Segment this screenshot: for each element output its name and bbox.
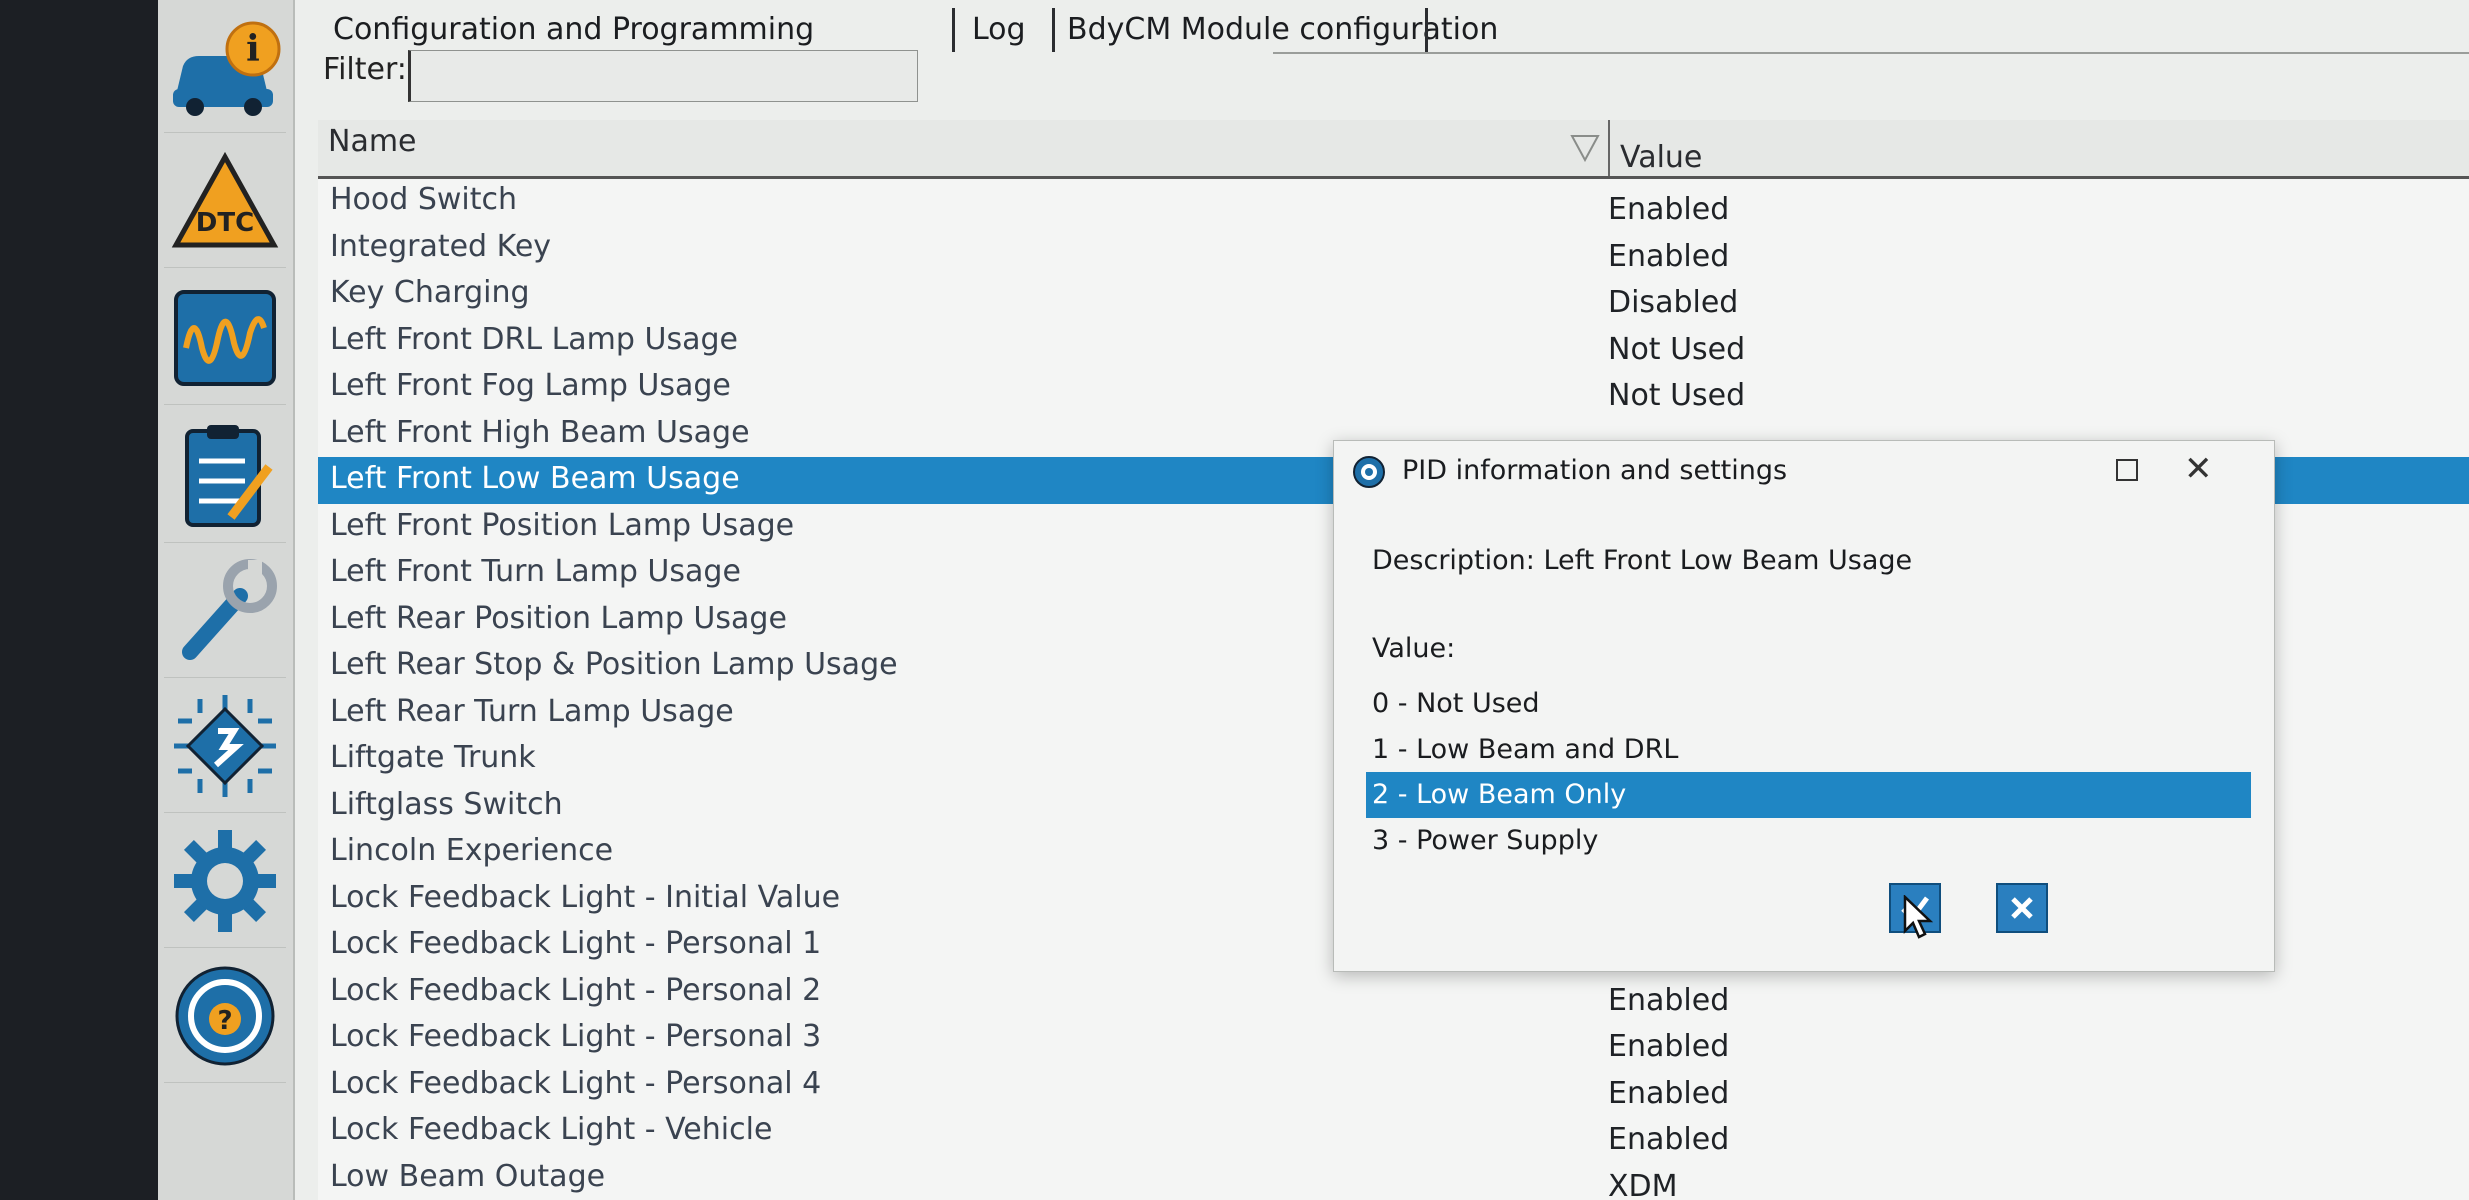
tool-sidebar: i DTC ? bbox=[158, 0, 295, 1200]
table-header: Name Value bbox=[318, 120, 2469, 179]
module-chip-icon bbox=[174, 695, 276, 797]
settings-gear-icon bbox=[174, 830, 276, 932]
row-name: Left Rear Position Lamp Usage bbox=[330, 600, 787, 636]
row-name: Hood Switch bbox=[330, 182, 518, 217]
column-separator[interactable] bbox=[1608, 120, 1610, 176]
column-header-value[interactable]: Value bbox=[1620, 140, 1702, 175]
sort-indicator-icon bbox=[1570, 135, 1600, 162]
tab-separator bbox=[1425, 8, 1428, 52]
table-row[interactable]: Left Front Fog Lamp Usage Not Used bbox=[318, 364, 2469, 413]
cancel-button[interactable] bbox=[1996, 883, 2048, 933]
tab-bdycm-module-configuration[interactable]: BdyCM Module configuration bbox=[1067, 8, 1498, 52]
tab-log[interactable]: Log bbox=[972, 8, 1026, 52]
mouse-cursor-icon bbox=[1903, 895, 1933, 939]
row-name: Key Charging bbox=[330, 275, 530, 310]
dtc-icon: DTC bbox=[171, 151, 279, 248]
dialog-title: PID information and settings bbox=[1402, 455, 1788, 486]
table-row[interactable]: Lock Feedback Light - Personal 3 Enabled bbox=[318, 1015, 2469, 1064]
app-logo-icon bbox=[1353, 456, 1385, 488]
vehicle-info-button[interactable]: i bbox=[164, 0, 286, 133]
vehicle-info-icon: i bbox=[173, 21, 281, 116]
tab-separator bbox=[1052, 8, 1055, 52]
row-value: Enabled bbox=[1608, 982, 1730, 1018]
filter-input[interactable] bbox=[408, 50, 918, 102]
tab-configuration-and-programming[interactable]: Configuration and Programming bbox=[333, 8, 814, 52]
svg-text:?: ? bbox=[217, 1006, 232, 1036]
service-button[interactable] bbox=[164, 545, 286, 678]
table-row[interactable]: Key Charging Disabled bbox=[318, 271, 2469, 320]
column-header-name[interactable]: Name bbox=[328, 124, 417, 159]
value-options-list: 0 - Not Used 1 - Low Beam and DRL 2 - Low … bbox=[1366, 681, 2251, 863]
row-name: Integrated Key bbox=[330, 228, 552, 264]
tab-bar: Configuration and Programming Log BdyCM … bbox=[325, 0, 2469, 54]
row-name: Left Rear Stop & Position Lamp Usage bbox=[330, 647, 898, 682]
row-value: Enabled bbox=[1608, 192, 1730, 227]
row-name: Lock Feedback Light - Personal 1 bbox=[330, 926, 822, 961]
row-name: Left Front Fog Lamp Usage bbox=[330, 368, 731, 403]
table-row[interactable]: Integrated Key Enabled bbox=[318, 225, 2469, 274]
table-row[interactable]: Lock Feedback Light - Vehicle Enabled bbox=[318, 1108, 2469, 1157]
row-name: Lock Feedback Light - Personal 2 bbox=[330, 972, 822, 1008]
value-option[interactable]: 1 - Low Beam and DRL bbox=[1366, 727, 2251, 773]
value-label: Value: bbox=[1372, 633, 1456, 664]
value-option[interactable]: 2 - Low Beam Only bbox=[1366, 772, 2251, 818]
checklist-button[interactable] bbox=[164, 410, 286, 543]
row-name: Liftglass Switch bbox=[330, 786, 563, 822]
table-row[interactable]: Low Beam Outage XDM bbox=[318, 1155, 2469, 1200]
row-value: Enabled bbox=[1608, 1029, 1730, 1064]
settings-button[interactable] bbox=[164, 815, 286, 948]
table-row[interactable]: Lock Feedback Light - Personal 2 Enabled bbox=[318, 969, 2469, 1018]
table-row[interactable]: Left Front DRL Lamp Usage Not Used bbox=[318, 318, 2469, 367]
svg-text:i: i bbox=[246, 28, 260, 70]
dtc-button[interactable]: DTC bbox=[164, 135, 286, 268]
app-window: i DTC ? Configuration and Programming Lo… bbox=[158, 0, 2469, 1200]
row-value: Not Used bbox=[1608, 331, 1746, 367]
svg-text:DTC: DTC bbox=[196, 208, 254, 238]
value-option[interactable]: 3 - Power Supply bbox=[1366, 818, 2251, 864]
checklist-icon bbox=[185, 425, 273, 527]
row-value: Not Used bbox=[1608, 378, 1746, 413]
table-row[interactable]: Lock Feedback Light - Personal 4 Enabled bbox=[318, 1062, 2469, 1111]
oscilloscope-button[interactable] bbox=[164, 272, 286, 405]
wrench-icon bbox=[182, 559, 277, 660]
row-name: Low Beam Outage bbox=[330, 1158, 606, 1194]
row-name: Liftgate Trunk bbox=[330, 740, 536, 775]
row-name: Left Front Turn Lamp Usage bbox=[330, 554, 741, 589]
filter-label: Filter: bbox=[323, 52, 407, 87]
oscilloscope-icon bbox=[174, 290, 276, 386]
module-programming-button[interactable] bbox=[164, 680, 286, 813]
close-icon[interactable]: ✕ bbox=[2184, 449, 2213, 489]
row-name: Left Front Position Lamp Usage bbox=[330, 507, 795, 543]
row-name: Lock Feedback Light - Personal 4 bbox=[330, 1065, 822, 1101]
row-name: Left Rear Turn Lamp Usage bbox=[330, 693, 734, 729]
row-value: Enabled bbox=[1608, 1122, 1730, 1157]
tab-separator bbox=[952, 8, 955, 52]
maximize-icon[interactable] bbox=[2116, 459, 2138, 481]
help-icon: ? bbox=[175, 966, 275, 1066]
row-name: Left Front DRL Lamp Usage bbox=[330, 321, 738, 357]
row-value: XDM bbox=[1608, 1168, 1678, 1200]
row-value: Disabled bbox=[1608, 285, 1739, 320]
row-value: Enabled bbox=[1608, 1075, 1730, 1111]
row-name: Lincoln Experience bbox=[330, 833, 614, 868]
row-name: Lock Feedback Light - Initial Value bbox=[330, 879, 841, 915]
dialog-description: Description: Left Front Low Beam Usage bbox=[1372, 545, 1913, 576]
row-name: Left Front Low Beam Usage bbox=[330, 461, 740, 496]
x-icon bbox=[2011, 897, 2033, 919]
pid-settings-dialog: PID information and settings ✕ Descripti… bbox=[1333, 440, 2275, 972]
row-name: Lock Feedback Light - Personal 3 bbox=[330, 1019, 822, 1054]
row-name: Left Front High Beam Usage bbox=[330, 414, 750, 450]
tab-underline bbox=[1273, 52, 2469, 54]
row-value: Enabled bbox=[1608, 238, 1730, 274]
value-option[interactable]: 0 - Not Used bbox=[1366, 681, 2251, 727]
table-row[interactable]: Hood Switch Enabled bbox=[318, 178, 2469, 227]
row-name: Lock Feedback Light - Vehicle bbox=[330, 1112, 773, 1147]
help-button[interactable]: ? bbox=[164, 950, 286, 1083]
